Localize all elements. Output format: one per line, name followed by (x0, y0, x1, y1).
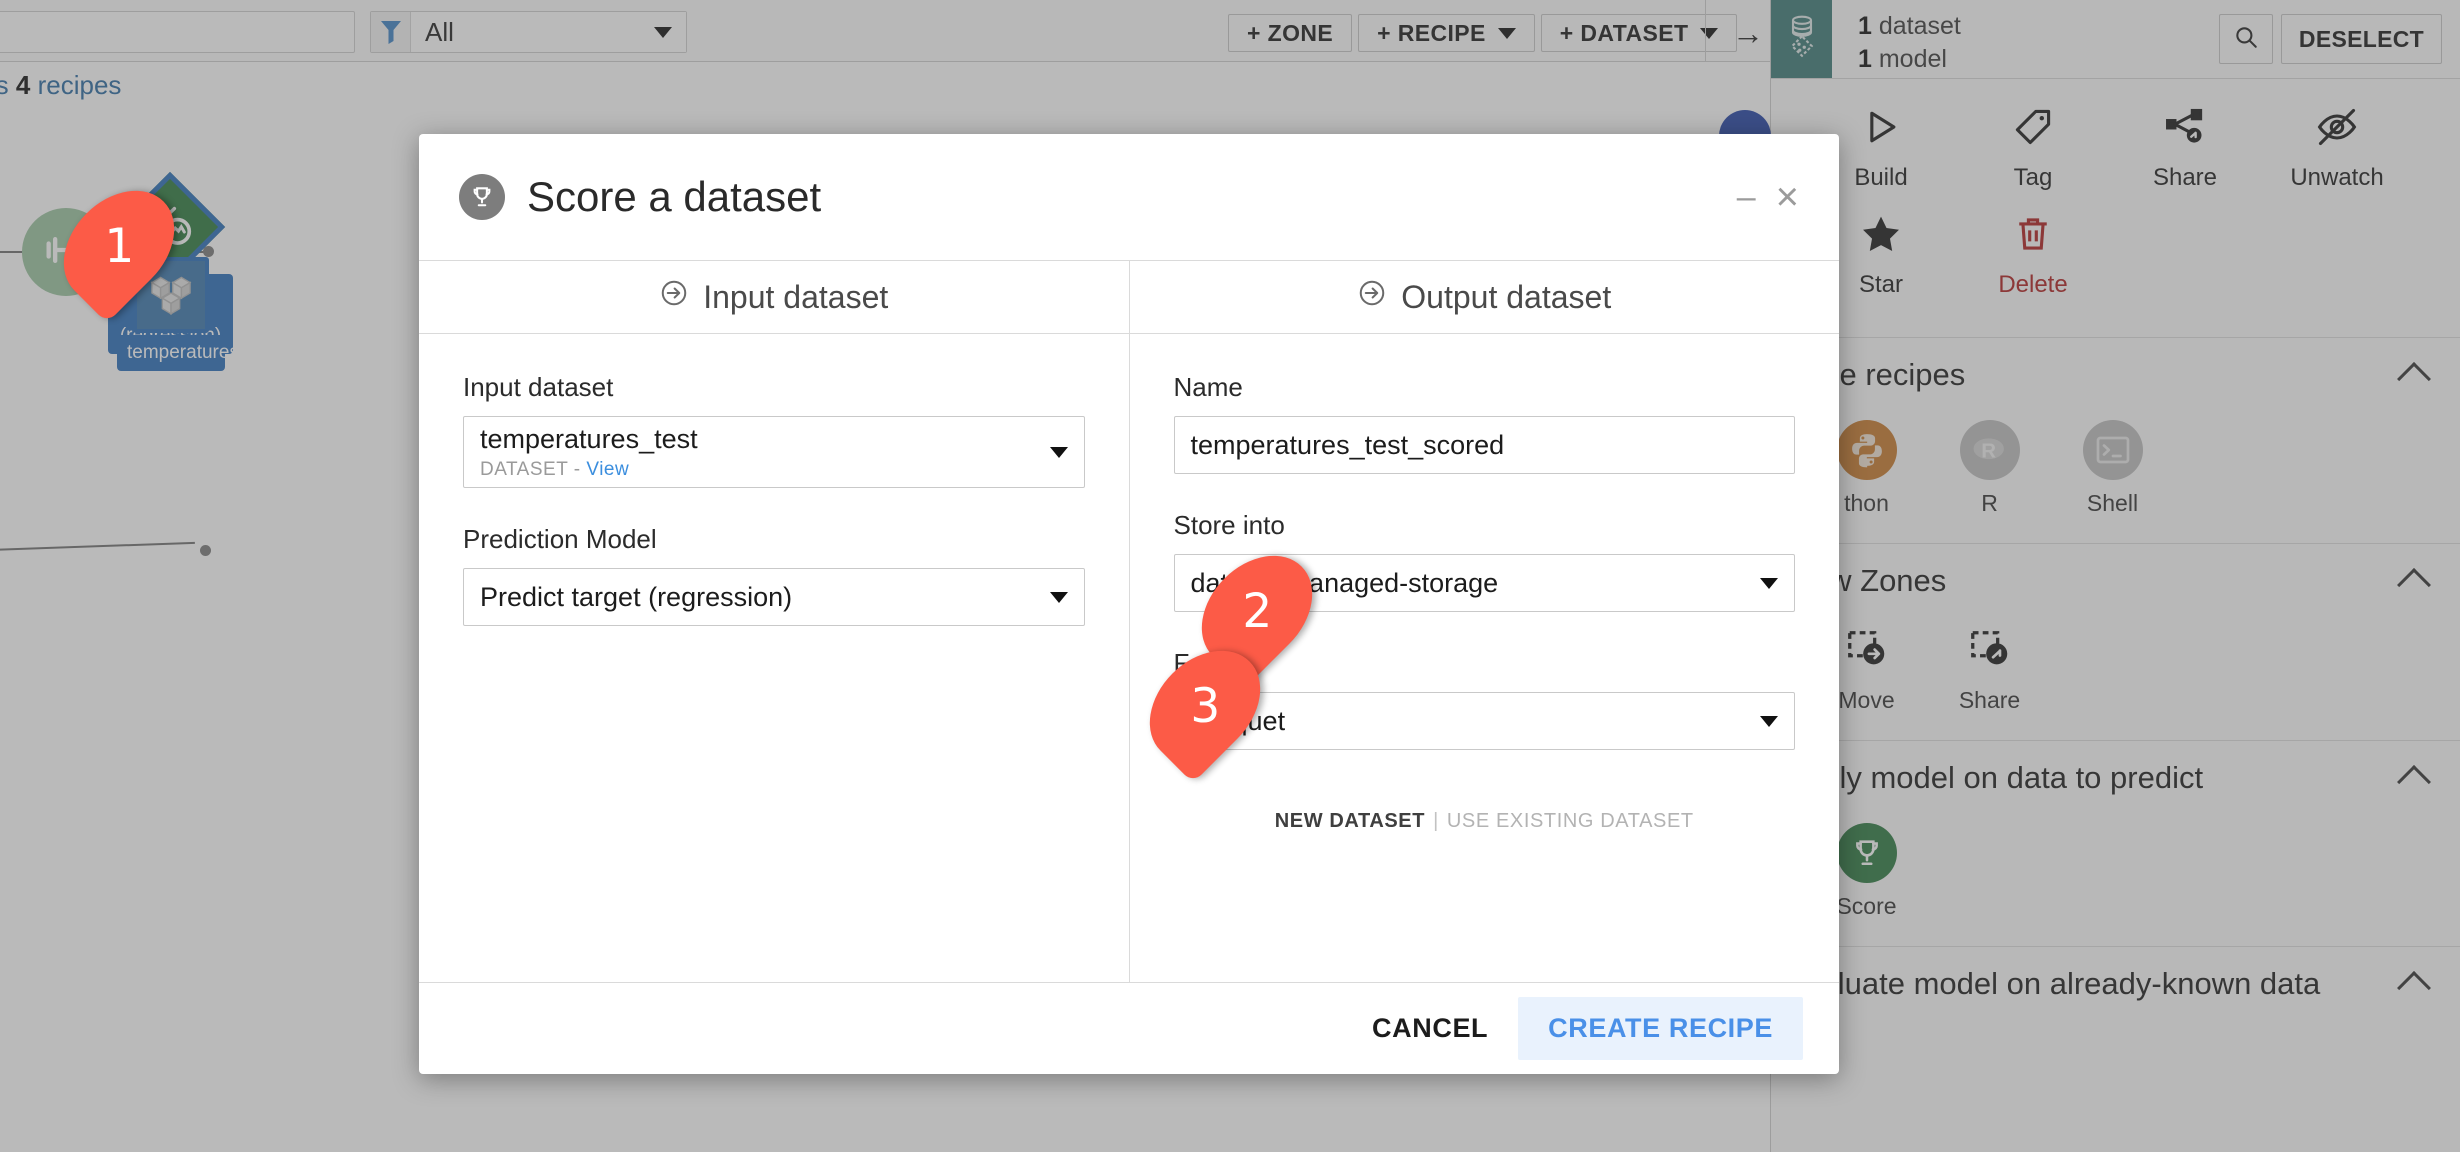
tab-input-dataset[interactable]: Input dataset (419, 261, 1129, 333)
new-dataset-option[interactable]: NEW DATASET (1275, 810, 1425, 832)
prediction-model-select[interactable]: Predict target (regression) (463, 568, 1085, 626)
input-dataset-value: temperatures_test (480, 423, 698, 454)
chevron-down-icon (1049, 591, 1068, 603)
create-recipe-button[interactable]: CREATE RECIPE (1518, 997, 1803, 1060)
tab-input-label: Input dataset (703, 278, 889, 315)
prediction-model-label: Prediction Model (463, 524, 657, 554)
view-dataset-link[interactable]: View (586, 459, 629, 480)
modal-header: Score a dataset – × (419, 134, 1839, 260)
output-name-label: Name (1173, 372, 1243, 402)
format-select[interactable]: Parquet (1173, 692, 1795, 750)
close-icon[interactable]: × (1776, 177, 1799, 217)
output-name-input[interactable]: temperatures_test_scored (1173, 416, 1795, 474)
input-dataset-label: Input dataset (463, 372, 614, 402)
cancel-button[interactable]: CANCEL (1348, 997, 1512, 1060)
output-name-field: Name temperatures_test_scored (1173, 372, 1795, 474)
chevron-down-icon (1760, 715, 1778, 727)
prediction-model-value: Predict target (regression) (480, 581, 793, 612)
use-existing-dataset-option[interactable]: USE EXISTING DATASET (1447, 810, 1694, 832)
chevron-down-icon (1760, 577, 1778, 589)
input-dataset-sep: - (567, 458, 587, 480)
output-name-value: temperatures_test_scored (1190, 429, 1505, 460)
arrow-into-icon (1357, 278, 1387, 316)
score-dataset-modal: Score a dataset – × Input dataset Output… (419, 134, 1839, 1074)
minimize-button[interactable]: – (1717, 180, 1776, 214)
modal-body: Input dataset temperatures_test DATASET … (419, 334, 1839, 982)
input-dataset-select[interactable]: temperatures_test DATASET - View (463, 416, 1085, 488)
trophy-icon (459, 174, 505, 220)
callout-number: 3 (1190, 678, 1220, 734)
input-dataset-type: DATASET (480, 458, 568, 480)
input-dataset-field: Input dataset temperatures_test DATASET … (463, 372, 1085, 488)
modal-footer: CANCEL CREATE RECIPE (419, 982, 1839, 1074)
dataset-mode-toggle: NEW DATASET | USE EXISTING DATASET (1174, 810, 1796, 833)
callout-number: 2 (1242, 583, 1272, 639)
prediction-model-field: Prediction Model Predict target (regress… (463, 524, 1085, 626)
modal-tabs: Input dataset Output dataset (419, 260, 1839, 334)
chevron-down-icon (1049, 446, 1068, 458)
input-column: Input dataset temperatures_test DATASET … (419, 334, 1129, 982)
tab-output-dataset[interactable]: Output dataset (1128, 261, 1840, 333)
page-title: Score a dataset (527, 173, 822, 220)
callout-number: 1 (104, 218, 134, 274)
arrow-into-icon (659, 278, 689, 316)
toggle-separator: | (1433, 810, 1439, 832)
tab-output-label: Output dataset (1401, 278, 1612, 315)
store-into-label: Store into (1173, 510, 1285, 540)
